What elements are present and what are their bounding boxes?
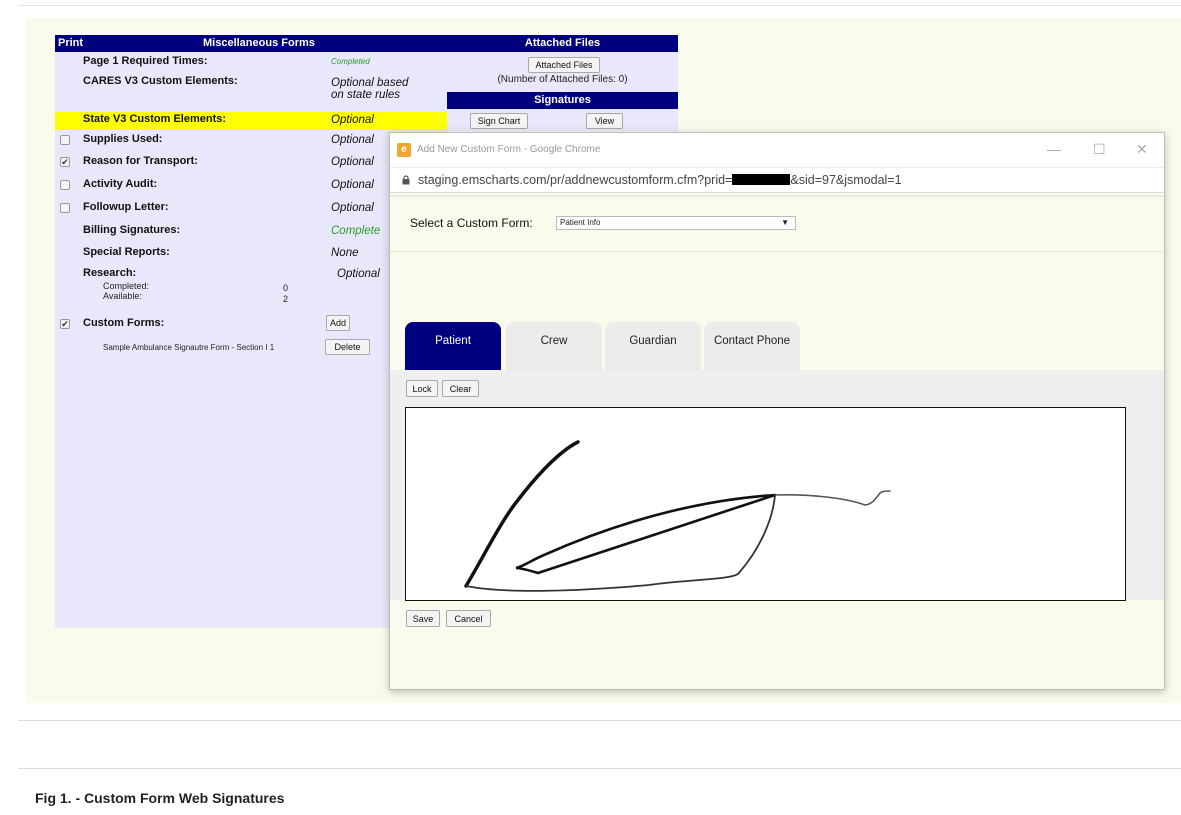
- attached-files-button[interactable]: Attached Files: [528, 57, 600, 73]
- dropdown-arrow-icon: ▼: [781, 218, 789, 227]
- row-state-v3: State V3 Custom Elements: Optional: [55, 112, 447, 130]
- misc-forms-title: Miscellaneous Forms: [203, 37, 315, 49]
- row-label: Billing Signatures:: [83, 224, 181, 236]
- cancel-button[interactable]: Cancel: [446, 610, 491, 627]
- save-button[interactable]: Save: [406, 610, 440, 627]
- content-top-border: [390, 195, 1164, 197]
- url-prefix: staging.emscharts.com/pr/addnewcustomfor…: [418, 173, 733, 187]
- row-label: Activity Audit:: [83, 178, 158, 190]
- address-bar[interactable]: staging.emscharts.com/pr/addnewcustomfor…: [390, 167, 1164, 193]
- research-completed-value: 0: [283, 283, 289, 293]
- select-form-label: Select a Custom Form:: [410, 216, 533, 230]
- section-rule: [18, 720, 1181, 721]
- custom-form-select[interactable]: Patient Info ▼: [556, 216, 796, 230]
- top-rule: [18, 5, 1181, 6]
- signatures-header: Signatures: [447, 92, 678, 109]
- attached-files-count: (Number of Attached Files: 0): [497, 74, 628, 85]
- row-cares-v3: CARES V3 Custom Elements: Optional based…: [55, 74, 447, 110]
- redacted-id: [732, 174, 791, 185]
- row-value[interactable]: Completed: [331, 57, 370, 66]
- print-checkbox[interactable]: ✔: [60, 157, 70, 167]
- row-value[interactable]: Optional: [331, 179, 374, 191]
- lock-icon: [402, 175, 410, 185]
- row-value[interactable]: Optional: [337, 268, 380, 280]
- figure-caption: Fig 1. - Custom Form Web Signatures: [35, 790, 285, 806]
- row-label: CARES V3 Custom Elements:: [83, 75, 238, 87]
- misc-forms-header: Print Miscellaneous Forms: [55, 35, 447, 52]
- sign-chart-button[interactable]: Sign Chart: [470, 113, 528, 129]
- print-column-header: Print: [58, 37, 84, 49]
- row-value[interactable]: Optional: [331, 156, 374, 168]
- attached-files-header: Attached Files: [447, 35, 678, 52]
- tab-contact-phone[interactable]: Contact Phone: [704, 322, 800, 370]
- url-suffix: &sid=97&jsmodal=1: [790, 173, 902, 187]
- row-label: Special Reports:: [83, 246, 170, 258]
- close-icon[interactable]: ✕: [1136, 141, 1148, 158]
- window-titlebar: e Add New Custom Form - Google Chrome — …: [390, 133, 1164, 167]
- row-label: Research:: [83, 267, 137, 279]
- url-text: staging.emscharts.com/pr/addnewcustomfor…: [418, 173, 902, 187]
- clear-button[interactable]: Clear: [442, 380, 479, 397]
- row-value-line2[interactable]: on state rules: [331, 89, 400, 101]
- maximize-icon[interactable]: ☐: [1093, 141, 1106, 158]
- research-available-label: Available:: [103, 291, 142, 301]
- print-checkbox[interactable]: [60, 203, 70, 213]
- tab-patient[interactable]: Patient: [405, 322, 501, 370]
- row-value[interactable]: Optional: [331, 114, 374, 126]
- signature-canvas[interactable]: [405, 407, 1126, 601]
- research-available-value: 2: [283, 294, 289, 304]
- add-custom-form-button[interactable]: Add: [326, 315, 350, 331]
- select-value: Patient Info: [560, 218, 601, 227]
- row-label: Reason for Transport:: [83, 155, 198, 167]
- caption-rule: [18, 768, 1181, 769]
- row-value[interactable]: None: [331, 247, 359, 259]
- row-label: Page 1 Required Times:: [83, 55, 208, 67]
- row-label: Followup Letter:: [83, 201, 169, 213]
- section-divider: [390, 251, 1164, 252]
- row-page1-required-times: Page 1 Required Times: Completed: [55, 54, 447, 74]
- row-label: Supplies Used:: [83, 133, 163, 145]
- row-label: Custom Forms:: [83, 317, 165, 329]
- lock-button[interactable]: Lock: [406, 380, 438, 397]
- custom-form-modal: e Add New Custom Form - Google Chrome — …: [389, 132, 1165, 690]
- window-title: Add New Custom Form - Google Chrome: [417, 144, 601, 155]
- row-label: State V3 Custom Elements:: [83, 113, 227, 125]
- tab-crew[interactable]: Crew: [506, 322, 602, 370]
- row-value-line1[interactable]: Optional based: [331, 77, 408, 89]
- row-value[interactable]: Optional: [331, 202, 374, 214]
- row-value[interactable]: Complete: [331, 225, 380, 237]
- tab-guardian[interactable]: Guardian: [605, 322, 701, 370]
- minimize-icon[interactable]: —: [1047, 141, 1061, 157]
- research-completed-label: Completed:: [103, 281, 150, 291]
- attached-files-panel: Attached Files Attached Files (Number of…: [447, 35, 678, 131]
- custom-form-entry: Sample Ambulance Signautre Form - Sectio…: [103, 343, 275, 352]
- print-checkbox[interactable]: [60, 135, 70, 145]
- delete-custom-form-button[interactable]: Delete: [325, 339, 370, 355]
- signature-stroke: [464, 440, 891, 592]
- app-icon: e: [397, 143, 411, 157]
- print-checkbox[interactable]: ✔: [60, 319, 70, 329]
- print-checkbox[interactable]: [60, 180, 70, 190]
- view-signatures-button[interactable]: View: [586, 113, 623, 129]
- row-value[interactable]: Optional: [331, 134, 374, 146]
